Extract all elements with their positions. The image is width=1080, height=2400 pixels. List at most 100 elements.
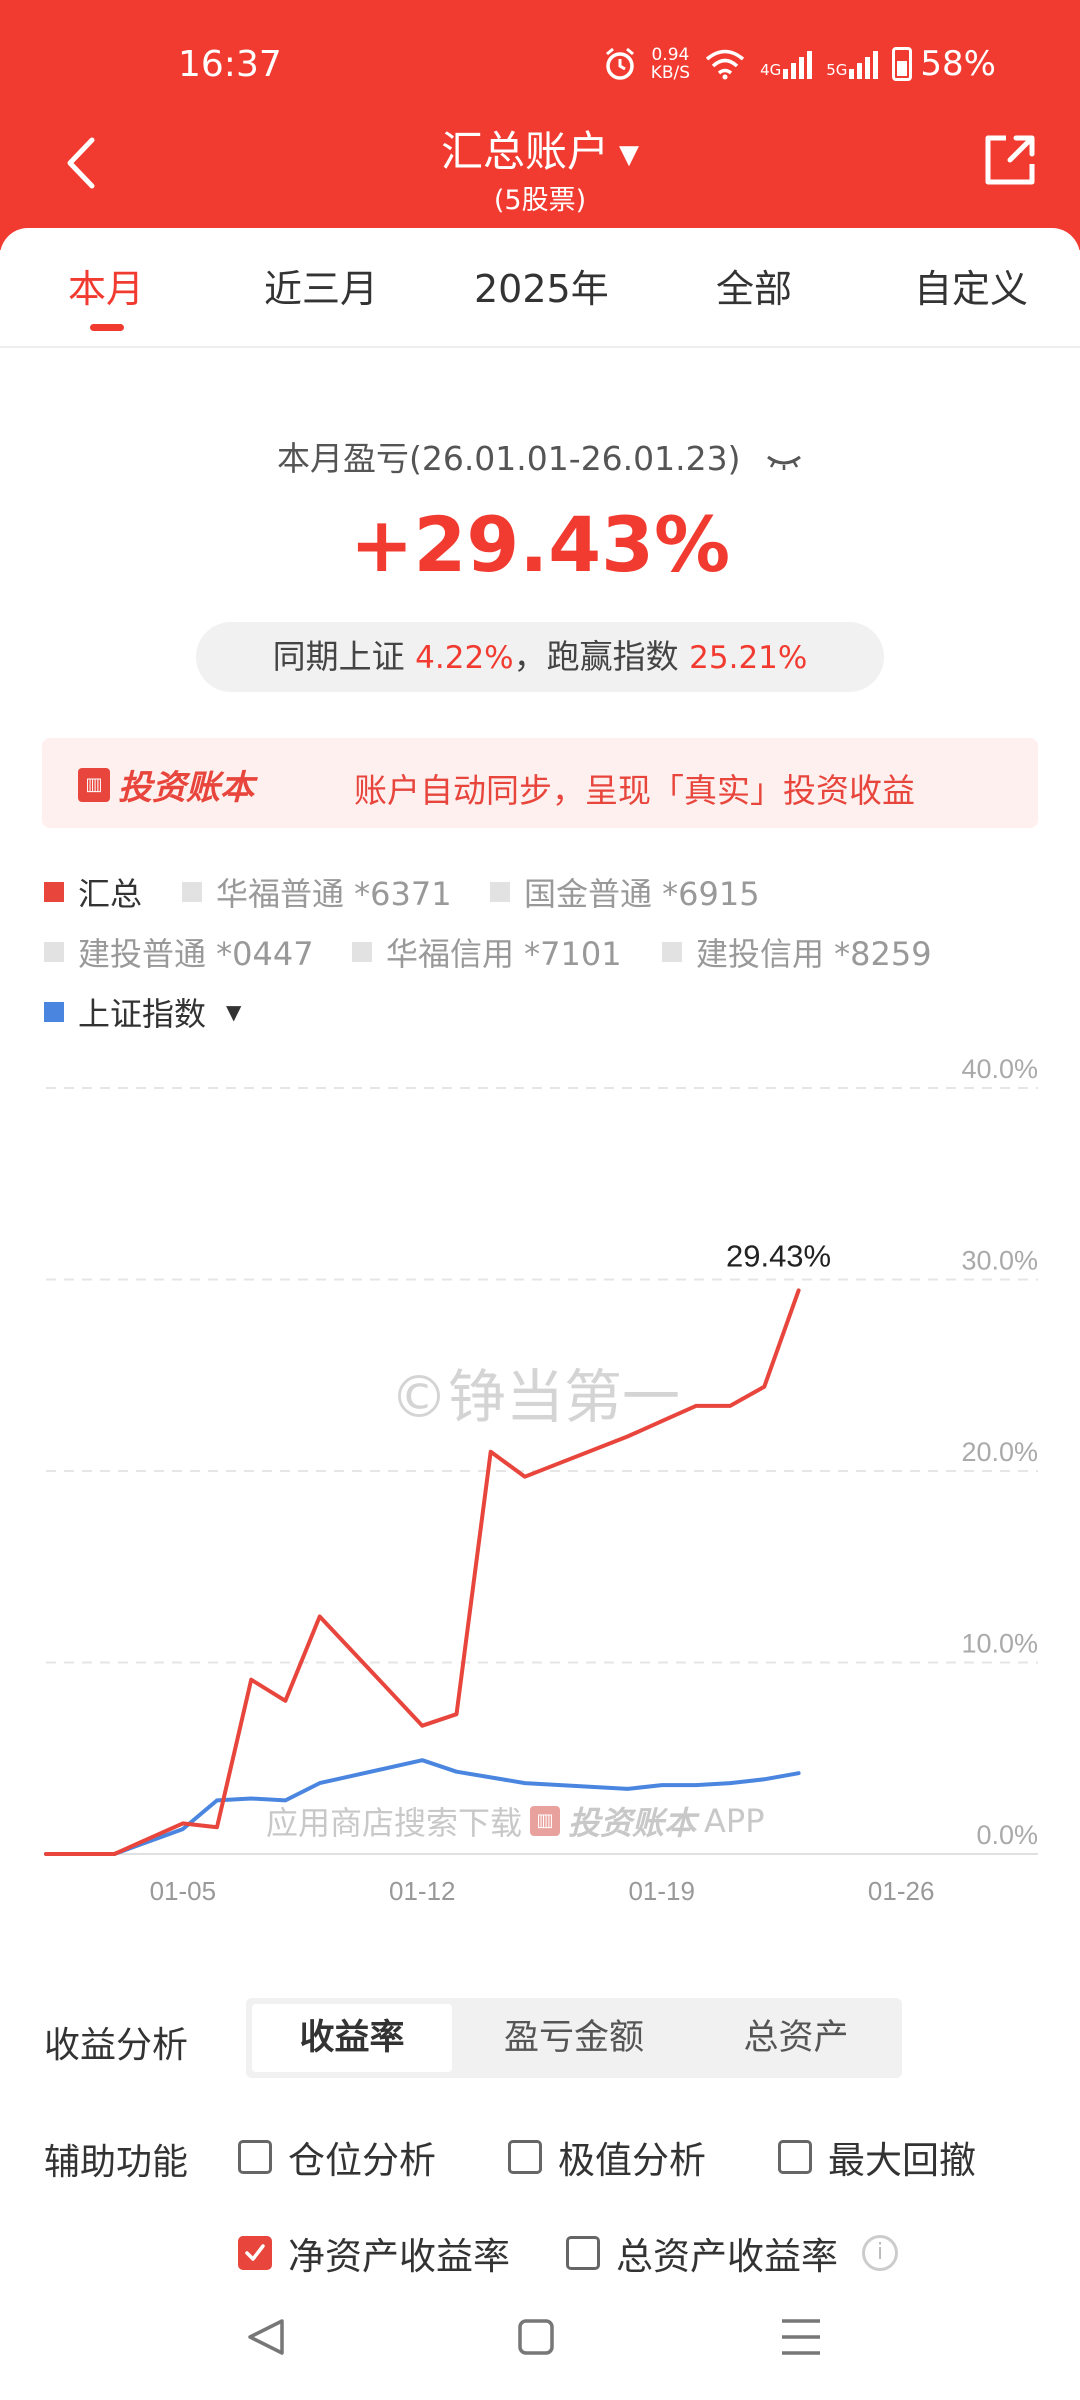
x-tick-label: 01-26 bbox=[868, 1876, 935, 1906]
tab-three-months[interactable]: 近三月 bbox=[264, 258, 378, 313]
x-tick-label: 01-19 bbox=[628, 1876, 695, 1906]
app-header: 16:37 0.94 KB/S 4G 5G 58% 汇总账户 ▼ (5股票) bbox=[0, 0, 1080, 250]
x-tick-label: 01-12 bbox=[389, 1876, 456, 1906]
account-subtitle: (5股票) bbox=[493, 185, 587, 216]
ledger-logo-icon: ▥ bbox=[530, 1806, 561, 1836]
y-tick-label: 10.0% bbox=[961, 1629, 1038, 1659]
legend-item-huafu-credit[interactable]: 华福信用 *7101 bbox=[352, 929, 622, 975]
last-value-label: 29.43% bbox=[726, 1238, 831, 1273]
checkbox-checked-icon bbox=[238, 2236, 272, 2270]
legend-swatch bbox=[44, 942, 64, 962]
account-title[interactable]: 汇总账户 ▼ bbox=[0, 118, 1080, 179]
signal-bars-icon bbox=[849, 49, 879, 79]
signal-4g: 4G bbox=[760, 49, 813, 79]
legend-swatch bbox=[352, 942, 372, 962]
legend-item-jiantou-normal[interactable]: 建投普通 *0447 bbox=[44, 929, 314, 975]
system-navigation-bar bbox=[248, 2319, 820, 2355]
period-tabs: 本月 近三月 2025年 全部 自定义 bbox=[0, 228, 1080, 348]
network-speed-unit: KB/S bbox=[650, 63, 691, 83]
seg-return-rate[interactable]: 收益率 bbox=[252, 2004, 452, 2072]
tab-2025[interactable]: 2025年 bbox=[474, 258, 609, 313]
legend-label: 国金普通 *6915 bbox=[524, 875, 760, 913]
legend-label: 建投普通 *0447 bbox=[78, 935, 314, 973]
dropdown-caret-icon: ▼ bbox=[226, 1000, 242, 1024]
checkbox-label: 最大回撤 bbox=[828, 2139, 976, 2182]
checkbox-roa[interactable]: 总资产收益率 i bbox=[566, 2226, 898, 2280]
legend-swatch bbox=[490, 882, 510, 902]
y-tick-label: 20.0% bbox=[961, 1437, 1038, 1467]
return-line-chart[interactable]: 40.0% 30.0% 20.0% 10.0% 0.0% 01-05 01-12 01-19 0… bbox=[0, 1040, 1080, 1920]
legend-item-huafu-normal[interactable]: 华福普通 *6371 bbox=[182, 869, 452, 915]
analysis-label: 收益分析 bbox=[44, 2025, 189, 2066]
checkbox-roe[interactable]: 净资产收益率 bbox=[238, 2226, 510, 2280]
legend-label: 华福信用 *7101 bbox=[386, 935, 622, 973]
signal-4g-label: 4G bbox=[760, 61, 782, 79]
app-watermark-logo: 投资账本 bbox=[568, 1804, 697, 1842]
legend-swatch bbox=[662, 942, 682, 962]
index-return-value: 4.22% bbox=[415, 640, 514, 676]
battery: 58% bbox=[892, 44, 996, 84]
legend-item-sse-index[interactable]: 上证指数 ▼ bbox=[44, 989, 241, 1035]
y-tick-label: 30.0% bbox=[961, 1246, 1038, 1276]
tab-this-month[interactable]: 本月 bbox=[68, 258, 144, 313]
wifi-icon bbox=[705, 49, 745, 80]
account-title-text: 汇总账户 bbox=[440, 127, 609, 176]
tab-all[interactable]: 全部 bbox=[716, 258, 792, 313]
network-speed-value: 0.94 bbox=[651, 45, 690, 65]
y-tick-label: 40.0% bbox=[961, 1054, 1038, 1084]
legend-label: 汇总 bbox=[78, 875, 143, 913]
checkbox-position-analysis[interactable]: 仓位分析 bbox=[238, 2130, 436, 2184]
promo-text: 账户自动同步，呈现「真实」投资收益 bbox=[354, 771, 915, 810]
x-tick-label: 01-05 bbox=[150, 1876, 217, 1906]
network-speed: 0.94 KB/S bbox=[651, 46, 690, 82]
active-tab-indicator bbox=[90, 324, 124, 331]
ledger-logo: ▥ 投资账本 bbox=[78, 760, 254, 809]
y-tick-label: 0.0% bbox=[976, 1820, 1038, 1850]
beat-index-value: 25.21% bbox=[689, 640, 808, 676]
seg-total-assets[interactable]: 总资产 bbox=[696, 2004, 896, 2072]
checkbox-label: 仓位分析 bbox=[288, 2139, 436, 2182]
period-label: 本月盈亏(26.01.01-26.01.23) bbox=[0, 432, 1080, 480]
legend-label: 上证指数 bbox=[78, 995, 207, 1033]
legend-swatch bbox=[44, 1002, 64, 1022]
status-icons: 0.94 KB/S 4G 5G 58% bbox=[603, 44, 996, 84]
info-icon[interactable]: i bbox=[862, 2235, 898, 2271]
ledger-logo-text: 投资账本 bbox=[118, 768, 254, 808]
checkbox-label: 极值分析 bbox=[558, 2139, 706, 2182]
checkbox-icon bbox=[508, 2140, 542, 2174]
checkbox-icon bbox=[566, 2236, 600, 2270]
ledger-logo-icon: ▥ bbox=[78, 767, 110, 802]
tab-custom[interactable]: 自定义 bbox=[914, 258, 1028, 313]
legend-swatch bbox=[182, 882, 202, 902]
share-icon[interactable] bbox=[980, 130, 1040, 190]
aux-label: 辅助功能 bbox=[44, 2142, 189, 2183]
legend-item-guojin-normal[interactable]: 国金普通 *6915 bbox=[490, 869, 760, 915]
compare-mid: ，跑赢指数 bbox=[513, 637, 690, 676]
legend-label: 华福普通 *6371 bbox=[216, 875, 452, 913]
promo-banner[interactable]: ▥ 投资账本 账户自动同步，呈现「真实」投资收益 bbox=[42, 738, 1038, 828]
legend-swatch bbox=[44, 882, 64, 902]
status-time: 16:37 bbox=[178, 44, 282, 85]
legend-item-total[interactable]: 汇总 bbox=[44, 869, 142, 915]
signal-5g-label: 5G bbox=[826, 61, 848, 79]
hide-eye-icon[interactable] bbox=[765, 451, 803, 471]
checkbox-label: 净资产收益率 bbox=[288, 2235, 510, 2278]
nav-home-icon[interactable] bbox=[518, 2319, 554, 2355]
checkbox-extreme-analysis[interactable]: 极值分析 bbox=[508, 2130, 706, 2184]
seg-profit-amount[interactable]: 盈亏金额 bbox=[474, 2004, 674, 2072]
legend-item-jiantou-credit[interactable]: 建投信用 *8259 bbox=[662, 929, 932, 975]
author-watermark: ©铮当第一 bbox=[390, 1363, 681, 1431]
checkbox-max-drawdown[interactable]: 最大回撤 bbox=[778, 2130, 976, 2184]
nav-menu-icon[interactable] bbox=[782, 2319, 820, 2355]
checkbox-icon bbox=[778, 2140, 812, 2174]
checkbox-icon bbox=[238, 2140, 272, 2174]
alarm-icon bbox=[605, 47, 634, 80]
status-bar: 16:37 0.94 KB/S 4G 5G 58% bbox=[0, 0, 1080, 120]
signal-5g: 5G bbox=[826, 49, 879, 79]
nav-back-icon[interactable] bbox=[248, 2319, 284, 2355]
checkbox-label: 总资产收益率 bbox=[616, 2235, 838, 2278]
battery-icon bbox=[892, 47, 913, 81]
app-watermark-suffix: APP bbox=[704, 1802, 765, 1840]
legend-label: 建投信用 *8259 bbox=[696, 935, 932, 973]
signal-bars-icon bbox=[783, 49, 813, 79]
